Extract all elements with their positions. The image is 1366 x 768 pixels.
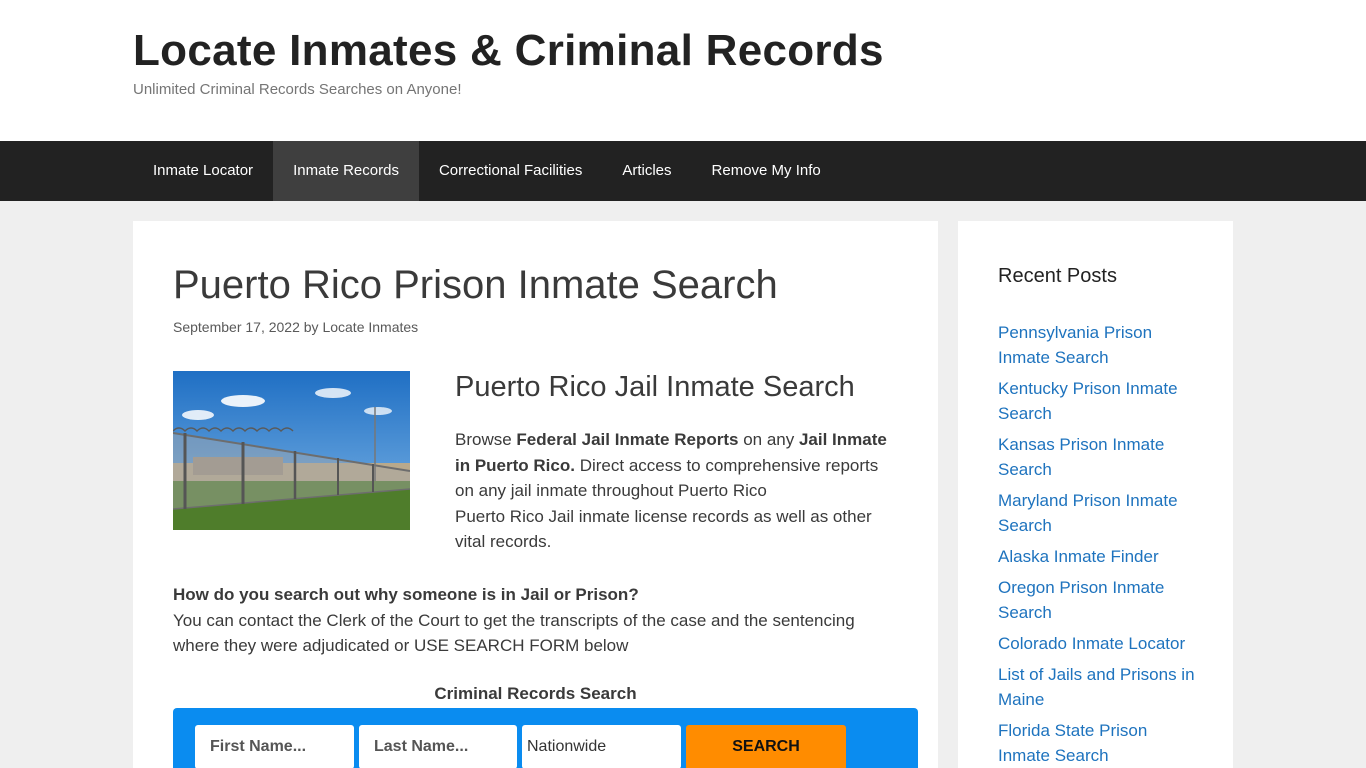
section-heading: Puerto Rico Jail Inmate Search bbox=[455, 371, 855, 403]
sidebar: Recent Posts Pennsylvania Prison Inmate … bbox=[958, 221, 1233, 768]
recent-post-link[interactable]: Pennsylvania Prison Inmate Search bbox=[998, 320, 1198, 370]
intro-on-any: on any bbox=[743, 430, 795, 449]
main-navigation: Inmate Locator Inmate Records Correction… bbox=[0, 141, 1366, 201]
nav-item-inmate-locator[interactable]: Inmate Locator bbox=[133, 141, 273, 201]
intro-browse: Browse bbox=[455, 430, 512, 449]
recent-post-link[interactable]: Kansas Prison Inmate Search bbox=[998, 432, 1198, 482]
article-content: Puerto Rico Prison Inmate Search Septemb… bbox=[133, 221, 938, 768]
nav-item-correctional-facilities[interactable]: Correctional Facilities bbox=[419, 141, 602, 201]
recent-post-link[interactable]: Kentucky Prison Inmate Search bbox=[998, 376, 1198, 426]
featured-image bbox=[173, 371, 410, 530]
search-form-caption: Criminal Records Search bbox=[434, 684, 637, 703]
nav-item-inmate-records[interactable]: Inmate Records bbox=[273, 141, 419, 201]
recent-post-link[interactable]: Colorado Inmate Locator bbox=[998, 631, 1198, 656]
intro-bold-federal-reports: Federal Jail Inmate Reports bbox=[516, 430, 739, 449]
intro-rest-2: Puerto Rico Jail inmate license records … bbox=[455, 506, 872, 552]
state-select[interactable]: Nationwide bbox=[522, 725, 681, 768]
question-body: You can contact the Clerk of the Court t… bbox=[173, 610, 855, 656]
question-title: How do you search out why someone is in … bbox=[173, 585, 639, 604]
question-block: How do you search out why someone is in … bbox=[173, 582, 893, 659]
nav-item-articles[interactable]: Articles bbox=[602, 141, 691, 201]
last-name-input[interactable]: Last Name... bbox=[359, 725, 517, 768]
first-name-input[interactable]: First Name... bbox=[195, 725, 354, 768]
article-title: Puerto Rico Prison Inmate Search bbox=[173, 263, 778, 307]
article-date[interactable]: September 17, 2022 bbox=[173, 319, 300, 335]
site-title[interactable]: Locate Inmates & Criminal Records bbox=[133, 26, 884, 76]
article-meta: September 17, 2022 by Locate Inmates bbox=[173, 319, 418, 335]
article-author[interactable]: Locate Inmates bbox=[322, 319, 418, 335]
search-button[interactable]: SEARCH bbox=[686, 725, 846, 768]
recent-posts-list: Pennsylvania Prison Inmate Search Kentuc… bbox=[998, 320, 1198, 768]
prison-fence-photo bbox=[173, 371, 410, 530]
recent-post-link[interactable]: Florida State Prison Inmate Search bbox=[998, 718, 1198, 768]
article-by: by bbox=[303, 319, 319, 335]
recent-post-link[interactable]: List of Jails and Prisons in Maine bbox=[998, 662, 1198, 712]
recent-post-link[interactable]: Maryland Prison Inmate Search bbox=[998, 488, 1198, 538]
recent-posts-title: Recent Posts bbox=[998, 265, 1117, 287]
recent-post-link[interactable]: Oregon Prison Inmate Search bbox=[998, 575, 1198, 625]
nav-menu: Inmate Locator Inmate Records Correction… bbox=[133, 141, 841, 201]
nav-item-remove-my-info[interactable]: Remove My Info bbox=[692, 141, 841, 201]
intro-paragraph: Browse Federal Jail Inmate Reports on an… bbox=[455, 427, 895, 555]
recent-post-link[interactable]: Alaska Inmate Finder bbox=[998, 544, 1198, 569]
criminal-records-search-form: First Name... Last Name... Nationwide SE… bbox=[173, 708, 918, 768]
site-tagline: Unlimited Criminal Records Searches on A… bbox=[133, 81, 462, 98]
site-header: Locate Inmates & Criminal Records Unlimi… bbox=[0, 0, 1366, 141]
